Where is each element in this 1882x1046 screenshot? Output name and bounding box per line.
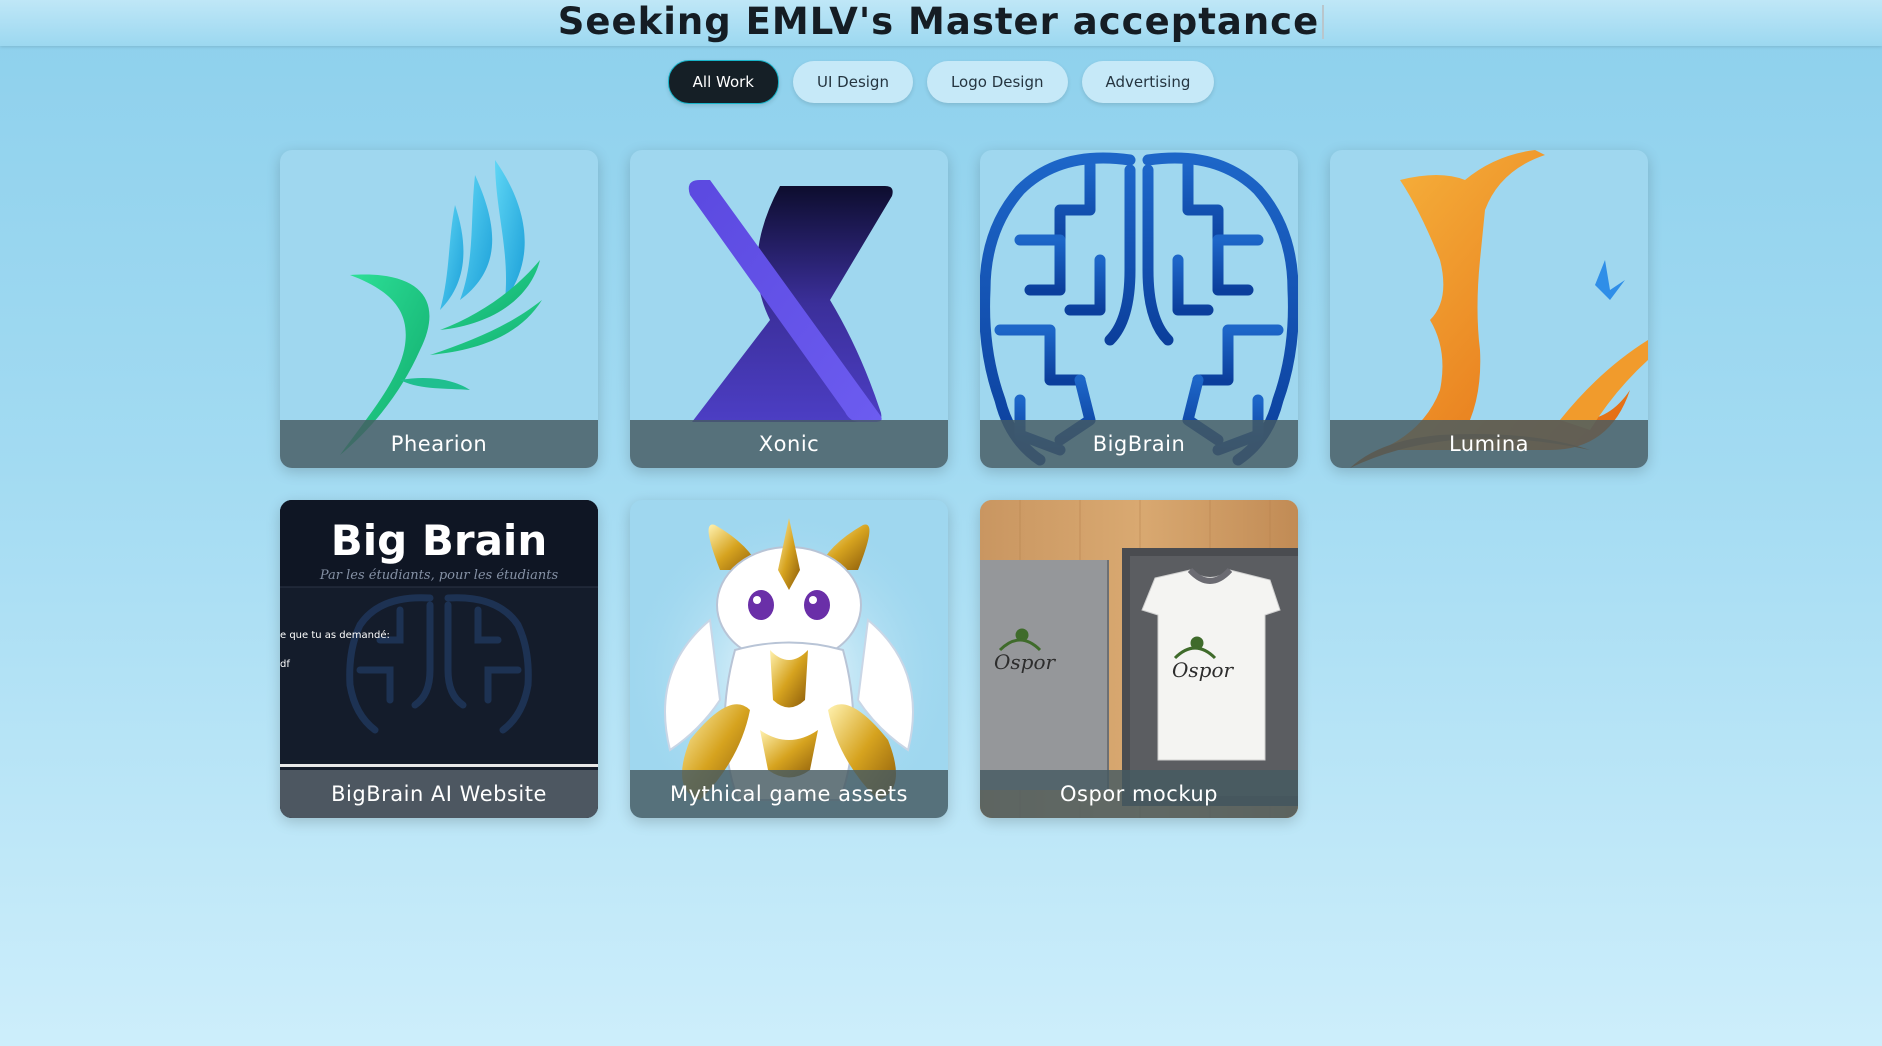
page-title: Seeking EMLV's Master acceptance: [0, 0, 1882, 44]
card-caption: Lumina: [1330, 420, 1648, 468]
preview-text-line: df: [280, 659, 290, 670]
card-caption: Ospor mockup: [980, 770, 1298, 818]
project-card-ospor-mockup[interactable]: Ospor Ospor Ospor mockup: [980, 500, 1298, 818]
filter-all-work[interactable]: All Work: [667, 60, 779, 104]
project-card-xonic[interactable]: Xonic: [630, 150, 948, 468]
card-caption: BigBrain: [980, 420, 1298, 468]
top-header: Seeking EMLV's Master acceptance: [0, 0, 1882, 46]
project-card-phearion[interactable]: Phearion: [280, 150, 598, 468]
project-card-lumina[interactable]: Lumina: [1330, 150, 1648, 468]
preview-heading: Big Brain: [330, 516, 548, 565]
text-caret: [1322, 5, 1325, 39]
filter-logo-design[interactable]: Logo Design: [926, 61, 1068, 103]
card-caption: Xonic: [630, 420, 948, 468]
preview-text-line: e que tu as demandé:: [280, 630, 390, 641]
card-caption: BigBrain AI Website: [280, 770, 598, 818]
ospor-logo-text: Ospor: [1172, 658, 1234, 682]
preview-tagline: Par les étudiants, pour les étudiants: [319, 568, 559, 583]
ospor-logo-text: Ospor: [994, 650, 1056, 674]
filter-bar: All Work UI Design Logo Design Advertisi…: [0, 60, 1882, 104]
filter-advertising[interactable]: Advertising: [1081, 61, 1215, 103]
card-caption: Phearion: [280, 420, 598, 468]
card-caption: Mythical game assets: [630, 770, 948, 818]
project-card-bigbrain[interactable]: BigBrain: [980, 150, 1298, 468]
filter-ui-design[interactable]: UI Design: [793, 61, 913, 103]
project-card-bigbrain-ai-website[interactable]: Big Brain Par les étudiants, pour les ét…: [280, 500, 598, 818]
project-card-mythical-game-assets[interactable]: Mythical game assets: [630, 500, 948, 818]
